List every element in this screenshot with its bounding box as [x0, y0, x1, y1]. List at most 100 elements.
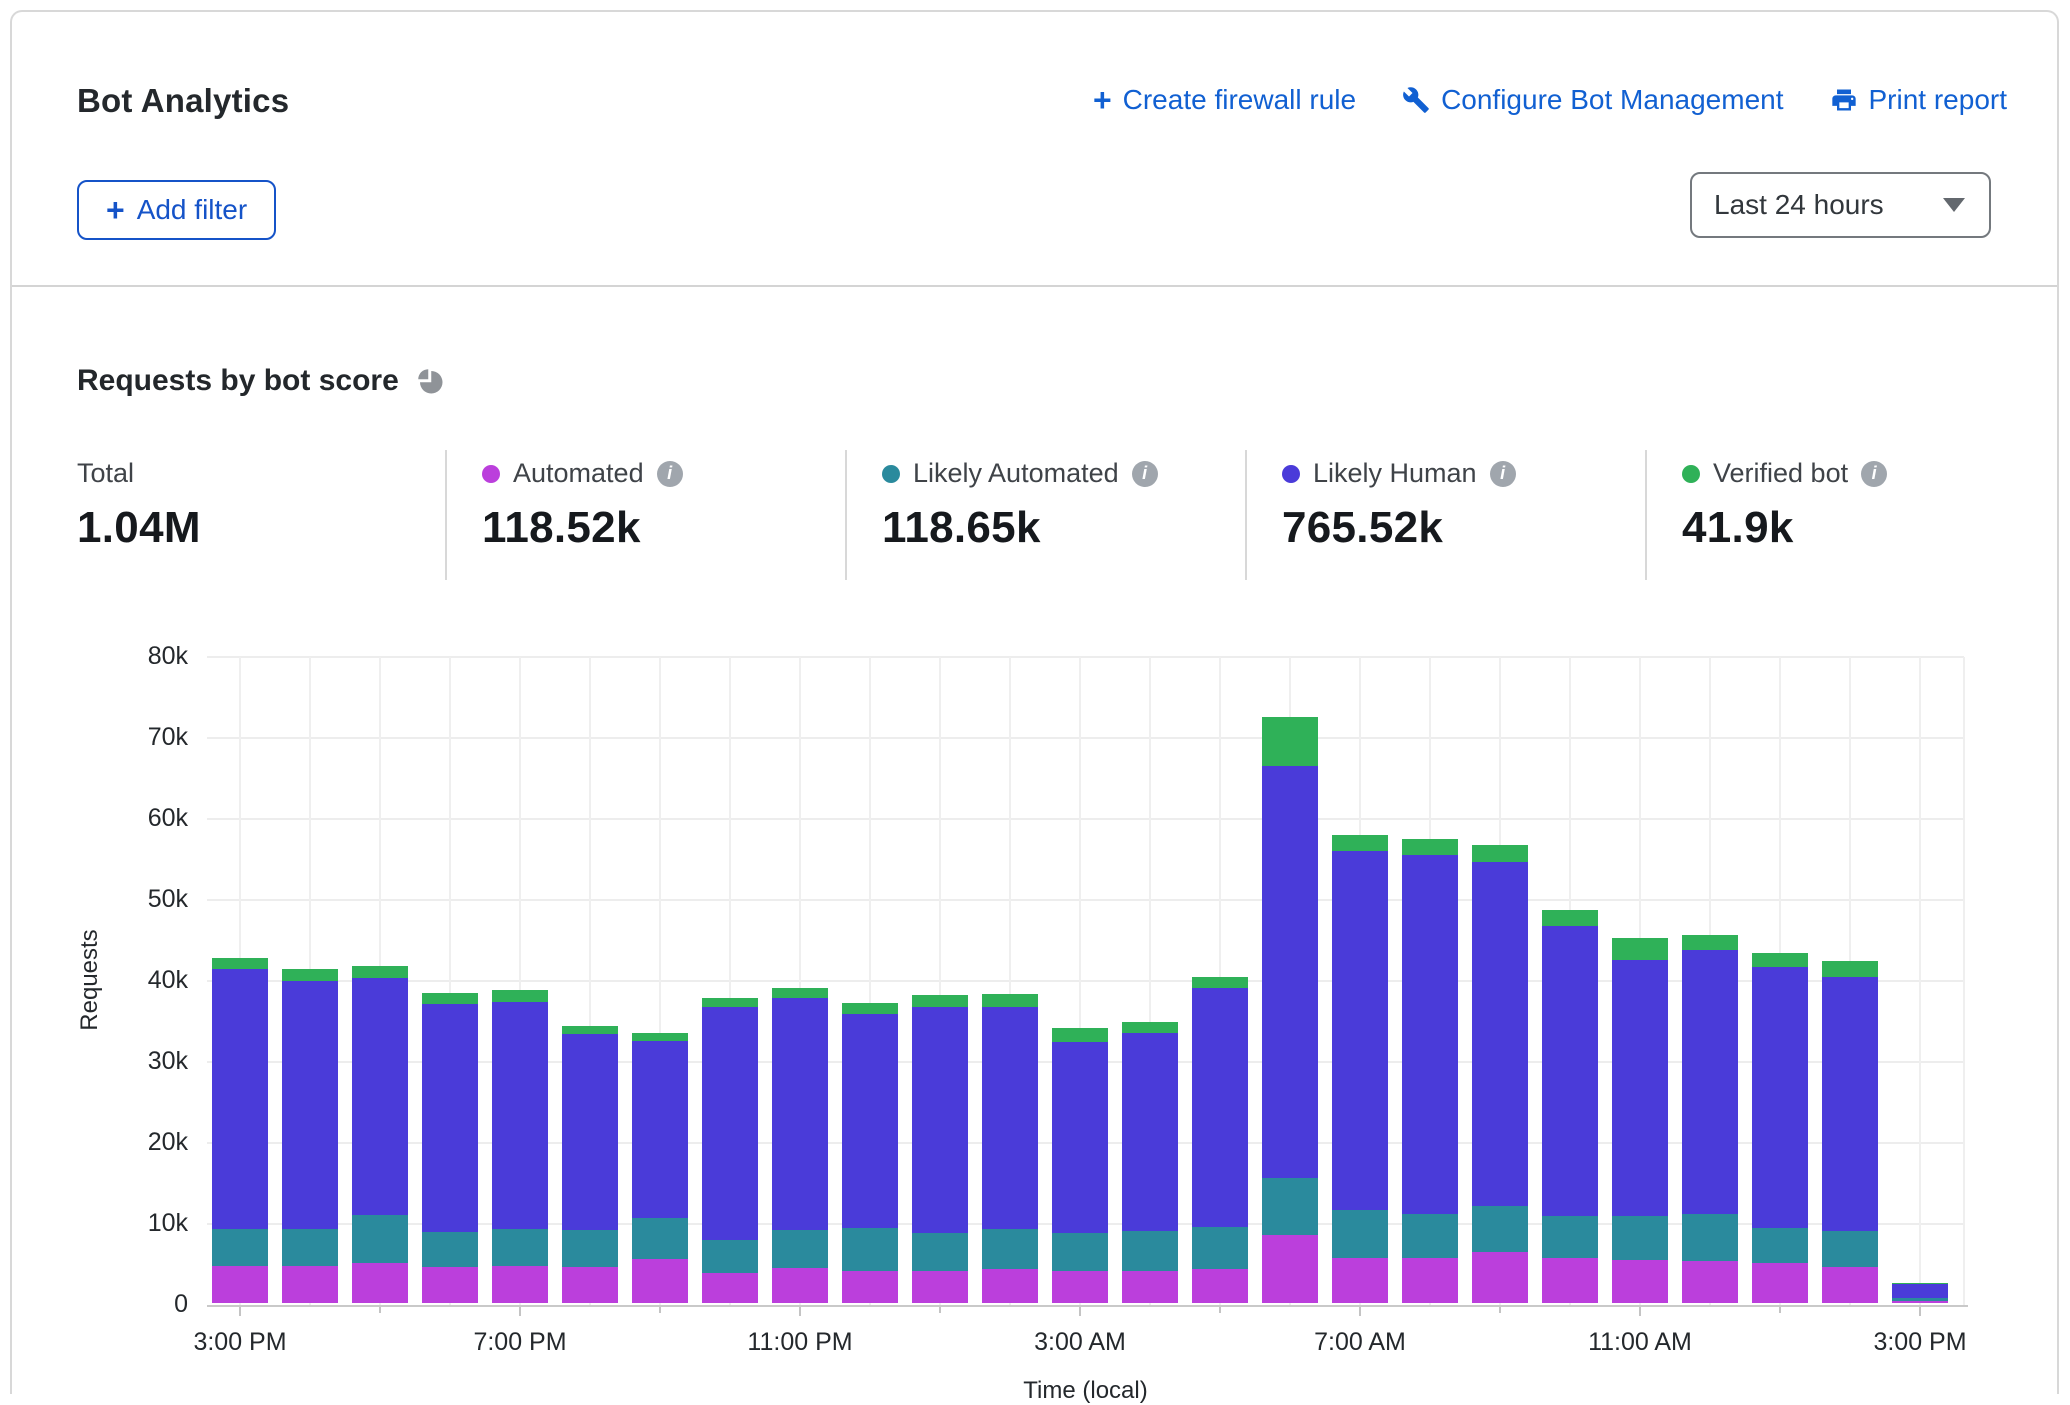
bar-9:00 PM[interactable] — [632, 1033, 688, 1304]
bar-segment-likely-automated — [1122, 1231, 1178, 1272]
bar-3:00 AM[interactable] — [1052, 1028, 1108, 1303]
bar-segment-verified-bot — [352, 966, 408, 978]
x-axis-tick — [659, 1307, 661, 1313]
bar-segment-likely-automated — [1822, 1231, 1878, 1267]
y-axis-tick-label: 10k — [68, 1209, 188, 1238]
bar-segment-likely-human — [1332, 851, 1388, 1210]
x-axis-tick — [1639, 1307, 1641, 1316]
bar-segment-automated — [842, 1271, 898, 1303]
bar-9:00 AM[interactable] — [1472, 845, 1528, 1303]
x-axis-title: Time (local) — [936, 1377, 1236, 1405]
bar-4:00 AM[interactable] — [1122, 1022, 1178, 1303]
x-axis-tick-label: 7:00 PM — [440, 1328, 600, 1357]
bar-segment-automated — [1402, 1258, 1458, 1303]
bar-segment-likely-automated — [702, 1240, 758, 1273]
bar-segment-automated — [1542, 1258, 1598, 1303]
bar-5:00 AM[interactable] — [1192, 977, 1248, 1303]
bar-segment-likely-human — [1542, 926, 1598, 1216]
bar-8:00 AM[interactable] — [1402, 839, 1458, 1303]
bar-segment-likely-human — [982, 1007, 1038, 1229]
bar-segment-automated — [1612, 1260, 1668, 1303]
bar-segment-likely-human — [282, 981, 338, 1229]
bar-segment-likely-automated — [1542, 1216, 1598, 1259]
bar-segment-likely-human — [632, 1041, 688, 1218]
bar-8:00 PM[interactable] — [562, 1026, 618, 1303]
bar-12:00 AM[interactable] — [842, 1003, 898, 1303]
bar-1:00 PM[interactable] — [1752, 953, 1808, 1303]
bar-6:00 PM[interactable] — [422, 993, 478, 1303]
x-gridline — [1919, 657, 1921, 1305]
x-axis-tick — [799, 1307, 801, 1316]
x-axis-tick — [1079, 1307, 1081, 1316]
bar-12:00 PM[interactable] — [1682, 935, 1738, 1303]
x-axis-tick-label: 3:00 PM — [1840, 1328, 2000, 1357]
bar-segment-likely-human — [912, 1007, 968, 1232]
bar-segment-verified-bot — [912, 995, 968, 1007]
bar-segment-likely-human — [842, 1014, 898, 1228]
bar-11:00 PM[interactable] — [772, 988, 828, 1303]
bar-5:00 PM[interactable] — [352, 966, 408, 1303]
bar-segment-automated — [632, 1259, 688, 1303]
bar-7:00 PM[interactable] — [492, 990, 548, 1303]
bar-segment-verified-bot — [1472, 845, 1528, 861]
y-gridline — [207, 899, 1964, 901]
bar-segment-automated — [702, 1273, 758, 1303]
bar-segment-verified-bot — [422, 993, 478, 1004]
y-axis-tick-label: 0 — [68, 1290, 188, 1319]
x-axis-tick-label: 11:00 PM — [720, 1328, 880, 1357]
bar-segment-likely-automated — [422, 1232, 478, 1268]
bar-7:00 AM[interactable] — [1332, 835, 1388, 1303]
bar-11:00 AM[interactable] — [1612, 938, 1668, 1303]
y-gridline — [207, 737, 1964, 739]
bar-segment-verified-bot — [772, 988, 828, 998]
bar-segment-likely-human — [492, 1002, 548, 1230]
y-gridline — [207, 656, 1964, 658]
bar-10:00 AM[interactable] — [1542, 910, 1598, 1303]
bar-segment-verified-bot — [702, 998, 758, 1008]
bar-1:00 AM[interactable] — [912, 995, 968, 1303]
bar-segment-likely-automated — [492, 1229, 548, 1265]
bar-segment-likely-automated — [1752, 1228, 1808, 1263]
bar-segment-automated — [1822, 1267, 1878, 1303]
bar-segment-likely-human — [1402, 855, 1458, 1214]
bar-segment-likely-automated — [912, 1233, 968, 1272]
bar-2:00 AM[interactable] — [982, 994, 1038, 1303]
bar-segment-automated — [1752, 1263, 1808, 1304]
bar-3:00 PM[interactable] — [212, 958, 268, 1303]
bar-segment-verified-bot — [1752, 953, 1808, 967]
bar-segment-likely-human — [1752, 967, 1808, 1228]
bar-segment-automated — [772, 1268, 828, 1303]
bar-segment-verified-bot — [492, 990, 548, 1002]
x-axis-tick — [379, 1307, 381, 1313]
requests-by-bot-score-chart: 010k20k30k40k50k60k70k80k3:00 PM7:00 PM1… — [12, 12, 2057, 1394]
bar-4:00 PM[interactable] — [282, 969, 338, 1303]
x-axis-tick — [1919, 1307, 1921, 1316]
bar-segment-verified-bot — [212, 958, 268, 969]
bar-segment-likely-automated — [282, 1229, 338, 1266]
bar-segment-likely-automated — [1052, 1233, 1108, 1272]
bar-segment-automated — [212, 1266, 268, 1303]
bar-segment-verified-bot — [842, 1003, 898, 1014]
bar-segment-verified-bot — [1262, 717, 1318, 766]
bar-segment-automated — [1122, 1271, 1178, 1303]
bar-3:00 PM[interactable] — [1892, 1283, 1948, 1303]
bar-2:00 PM[interactable] — [1822, 961, 1878, 1303]
bar-segment-verified-bot — [1052, 1028, 1108, 1043]
y-axis-tick-label: 70k — [68, 723, 188, 752]
bar-segment-likely-human — [1892, 1284, 1948, 1299]
bar-segment-verified-bot — [1822, 961, 1878, 976]
x-axis-tick — [519, 1307, 521, 1316]
bar-segment-verified-bot — [982, 994, 1038, 1007]
x-axis-tick — [1779, 1307, 1781, 1313]
bar-segment-likely-automated — [1472, 1206, 1528, 1252]
bar-10:00 PM[interactable] — [702, 998, 758, 1303]
bar-segment-automated — [492, 1266, 548, 1303]
x-axis-tick — [939, 1307, 941, 1313]
bar-segment-likely-automated — [1262, 1178, 1318, 1235]
bar-segment-likely-human — [1122, 1033, 1178, 1231]
bar-segment-likely-human — [352, 978, 408, 1215]
bar-segment-automated — [282, 1266, 338, 1303]
bar-6:00 AM[interactable] — [1262, 717, 1318, 1303]
bar-segment-automated — [912, 1271, 968, 1303]
x-axis-tick — [1359, 1307, 1361, 1316]
